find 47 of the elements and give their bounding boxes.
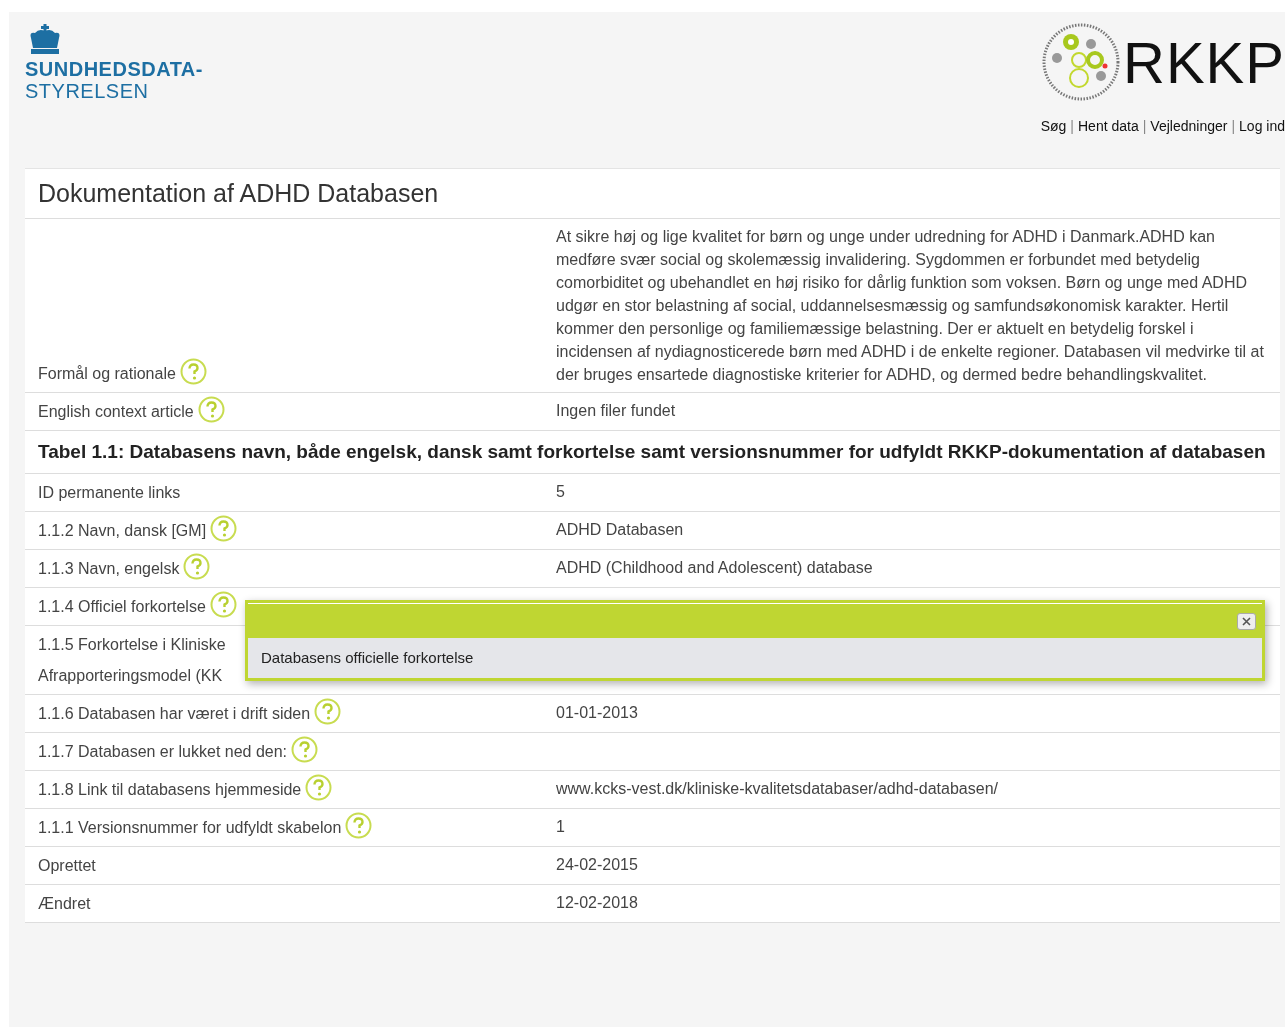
field-label: English context article: [38, 402, 194, 422]
field-label: 1.1.4 Officiel forkortelse: [38, 597, 206, 617]
field-label: 1.1.7 Databasen er lukket ned den:: [38, 742, 288, 762]
field-value: 12-02-2018: [556, 894, 638, 911]
separator: |: [1142, 118, 1147, 134]
logo-text: SUNDHEDSDATA- STYRELSEN: [25, 58, 203, 102]
field-label: 1.1.6 Databasen har været i drift siden: [38, 704, 311, 724]
help-icon[interactable]: [179, 358, 207, 385]
field-value: 01-01-2013: [556, 704, 638, 721]
close-icon: [1242, 616, 1251, 626]
close-button[interactable]: [1237, 612, 1256, 630]
help-icon[interactable]: [291, 736, 319, 763]
field-value: 5: [556, 483, 565, 500]
page-title: Dokumentation af ADHD Databasen: [25, 169, 1280, 219]
separator: |: [1231, 118, 1236, 134]
field-label: Ændret: [38, 894, 91, 914]
logo-text: RKKP: [1123, 28, 1285, 96]
nav-link[interactable]: Hent data: [1078, 118, 1139, 134]
field-value: Ingen filer fundet: [556, 402, 676, 419]
field-label: 1.1.3 Navn, engelsk: [38, 559, 180, 579]
field-value: At sikre høj og lige kvalitet for børn og unge under udredning for ADHD i Danmark.ADHD kan medføre svær social og skolemæssig invalidering. Sygdommen er forbundet med betydelig comorbiditet og ubehandlet en høj risiko for dårlig funktion som voksen. Børn og unge med ADHD udgør en stor belastning af social, uddannelsesmæssig og samfundsøkonomisk karakter. Hertil kommer den personlige og familiemæssige belastning. Der er aktuelt en betydelig forskel i incidensen af nydiagnosticerede børn med ADHD i de enkelte regioner. Databasen vil medvirke til at der bruges ensartede diagnostiske kriterier for ADHD, og dermed bedre behandlingskvalitet.: [556, 228, 1264, 383]
field-label: 1.1.2 Navn, dansk [GM]: [38, 521, 207, 541]
help-icon[interactable]: [305, 774, 333, 801]
separator: |: [1070, 118, 1074, 134]
help-icon[interactable]: [314, 698, 342, 725]
nav-link[interactable]: Søg: [1040, 118, 1067, 134]
field-value: www.kcks-vest.dk/kliniske-kvalitetsdatabaser/adhd-databasen/: [556, 780, 998, 797]
help-icon[interactable]: [209, 591, 237, 618]
logo-icon: [1041, 22, 1122, 102]
nav-link[interactable]: Vejledninger: [1150, 118, 1228, 134]
field-value: ADHD Databasen: [556, 521, 684, 538]
table-heading: Tabel 1.1: Databasens navn, både engelsk, dansk samt forkortelse samt versionsnummer for udfyldt RKKP-dokumentation af databasen: [38, 440, 1266, 464]
field-label: Formål og rationale: [38, 364, 176, 384]
field-label: ID permanente links: [38, 483, 181, 503]
help-icon[interactable]: [183, 553, 211, 580]
help-icon[interactable]: [197, 396, 225, 423]
nav-link[interactable]: Log ind: [1239, 118, 1285, 134]
field-value: 1: [556, 818, 565, 835]
help-icon[interactable]: [210, 515, 238, 542]
field-label: 1.1.8 Link til databasens hjemmeside: [38, 780, 302, 800]
tooltip-text: Databasens officielle forkortelse: [261, 649, 474, 666]
field-value: ADHD (Childhood and Adolescent) database: [556, 559, 873, 576]
field-label: 1.1.5 Forkortelse i Kliniske Afrapporteringsmodel (KK: [38, 635, 226, 686]
field-label: 1.1.1 Versionsnummer for udfyldt skabelon: [38, 818, 342, 838]
help-icon[interactable]: [345, 812, 373, 839]
field-value: 24-02-2015: [556, 856, 638, 873]
field-label: Oprettet: [38, 856, 96, 876]
